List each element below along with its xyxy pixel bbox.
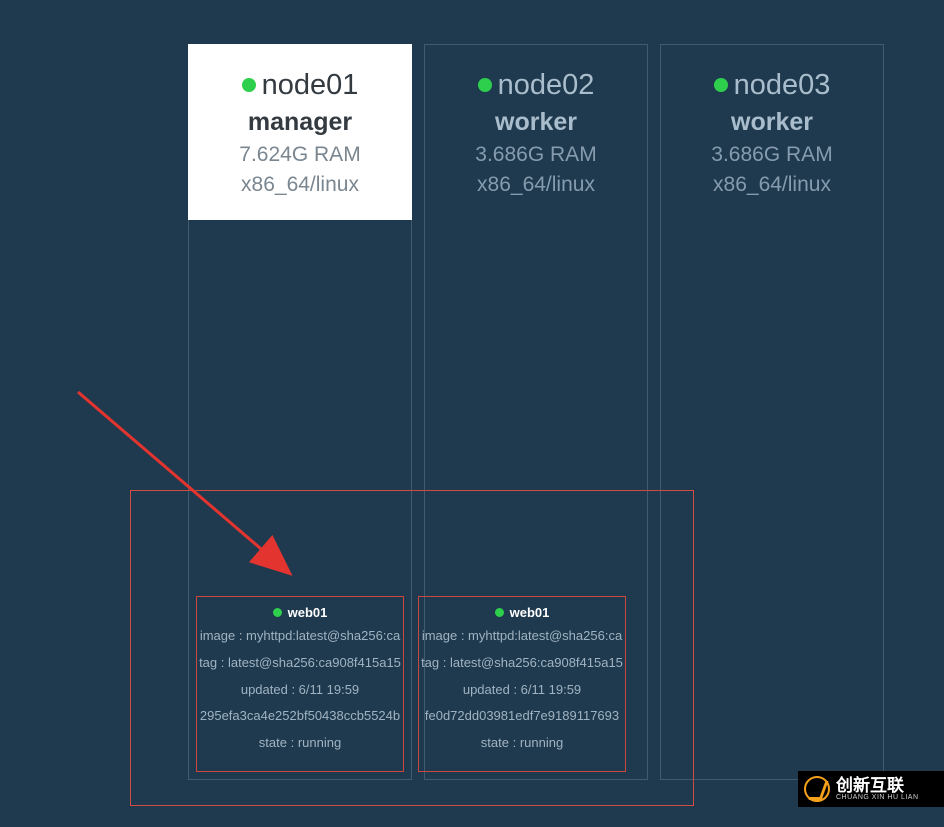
node-column: node03 worker 3.686G RAM x86_64/linux (660, 44, 884, 780)
service-card-web01[interactable]: web01 image : myhttpd:latest@sha256:ca t… (196, 596, 404, 772)
service-hash: 295efa3ca4e252bf50438ccb5524b (200, 706, 400, 727)
node-body (660, 220, 884, 780)
service-image: image : myhttpd:latest@sha256:ca (422, 626, 622, 647)
node-header-node02[interactable]: node02 worker 3.686G RAM x86_64/linux (424, 44, 648, 220)
service-state: state : running (259, 733, 341, 754)
service-hash: fe0d72dd03981edf7e9189117693 (425, 706, 619, 727)
brand-logo-icon (804, 776, 830, 802)
brand-text-sub: CHUANG XIN HU LIAN (836, 794, 919, 802)
node-header-node01[interactable]: node01 manager 7.624G RAM x86_64/linux (188, 44, 412, 220)
node-ram: 3.686G RAM (475, 143, 596, 167)
node-role: worker (495, 108, 577, 137)
node-arch: x86_64/linux (241, 173, 359, 197)
status-ready-icon (242, 78, 256, 92)
service-tag: tag : latest@sha256:ca908f415a15 (199, 653, 401, 674)
status-running-icon (273, 608, 282, 617)
service-title: web01 (510, 605, 550, 620)
service-card-web01[interactable]: web01 image : myhttpd:latest@sha256:ca t… (418, 596, 626, 772)
node-header-node03[interactable]: node03 worker 3.686G RAM x86_64/linux (660, 44, 884, 220)
status-running-icon (495, 608, 504, 617)
node-ram: 3.686G RAM (711, 143, 832, 167)
brand-badge: 创新互联 CHUANG XIN HU LIAN (798, 771, 944, 807)
service-state: state : running (481, 733, 563, 754)
service-updated: updated : 6/11 19:59 (463, 680, 581, 701)
brand-text-main: 创新互联 (836, 777, 919, 794)
node-role: manager (248, 108, 352, 137)
node-name: node01 (262, 69, 359, 102)
status-ready-icon (478, 78, 492, 92)
node-arch: x86_64/linux (477, 173, 595, 197)
service-tag: tag : latest@sha256:ca908f415a15 (421, 653, 623, 674)
status-ready-icon (714, 78, 728, 92)
node-arch: x86_64/linux (713, 173, 831, 197)
service-updated: updated : 6/11 19:59 (241, 680, 359, 701)
node-name: node03 (734, 69, 831, 102)
service-image: image : myhttpd:latest@sha256:ca (200, 626, 400, 647)
service-title: web01 (288, 605, 328, 620)
service-cards-row: web01 image : myhttpd:latest@sha256:ca t… (196, 596, 626, 772)
node-name: node02 (498, 69, 595, 102)
node-role: worker (731, 108, 813, 137)
node-ram: 7.624G RAM (239, 143, 360, 167)
